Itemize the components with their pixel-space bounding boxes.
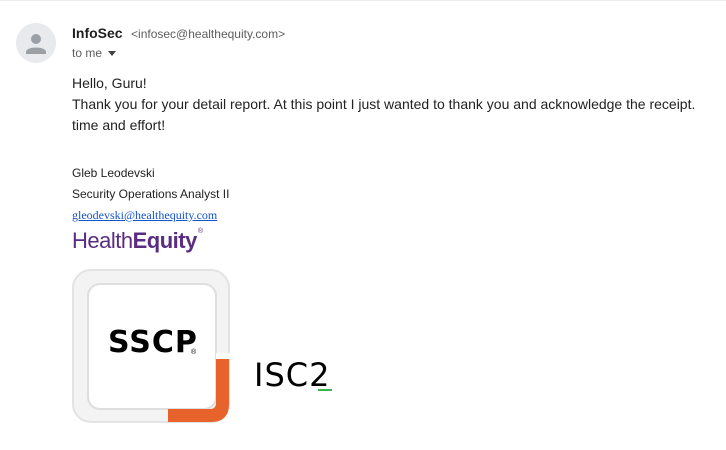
email-message: InfoSec <infosec@healthequity.com> to me… (0, 0, 726, 450)
logo-equity: Equity (132, 228, 198, 253)
healthequity-logo: HealthEquity® (72, 228, 203, 254)
sender-line: InfoSec <infosec@healthequity.com> (72, 25, 285, 43)
message-body: Hello, Guru! Thank you for your detail r… (72, 73, 726, 136)
logo-health: Health (72, 228, 133, 253)
logo-registered-mark: ® (197, 228, 203, 235)
isc2-accent-bar (318, 389, 332, 391)
signature-email-link[interactable]: gleodevski@healthequity.com (72, 208, 217, 222)
signature-title: Security Operations Analyst II (72, 187, 230, 201)
recipient-label: to me (72, 46, 103, 60)
sender-email: <infosec@healthequity.com> (131, 27, 286, 41)
caret-down-icon[interactable] (108, 51, 117, 57)
sender-avatar-icon[interactable] (16, 23, 56, 63)
badge-registered-mark: ® (191, 349, 197, 356)
sender-name[interactable]: InfoSec (72, 25, 123, 41)
sscp-badge: SSCP ® (72, 269, 234, 426)
body-line: Thank you for your detail report. At thi… (72, 96, 696, 112)
signature-name: Gleb Leodevski (72, 166, 155, 180)
signature-block: Gleb Leodevski Security Operations Analy… (72, 163, 229, 226)
body-line: time and effort! (72, 117, 166, 133)
greeting: Hello, Guru! (72, 75, 147, 91)
recipient-toggle[interactable]: to me (72, 46, 117, 60)
badge-text: SSCP (108, 325, 198, 360)
